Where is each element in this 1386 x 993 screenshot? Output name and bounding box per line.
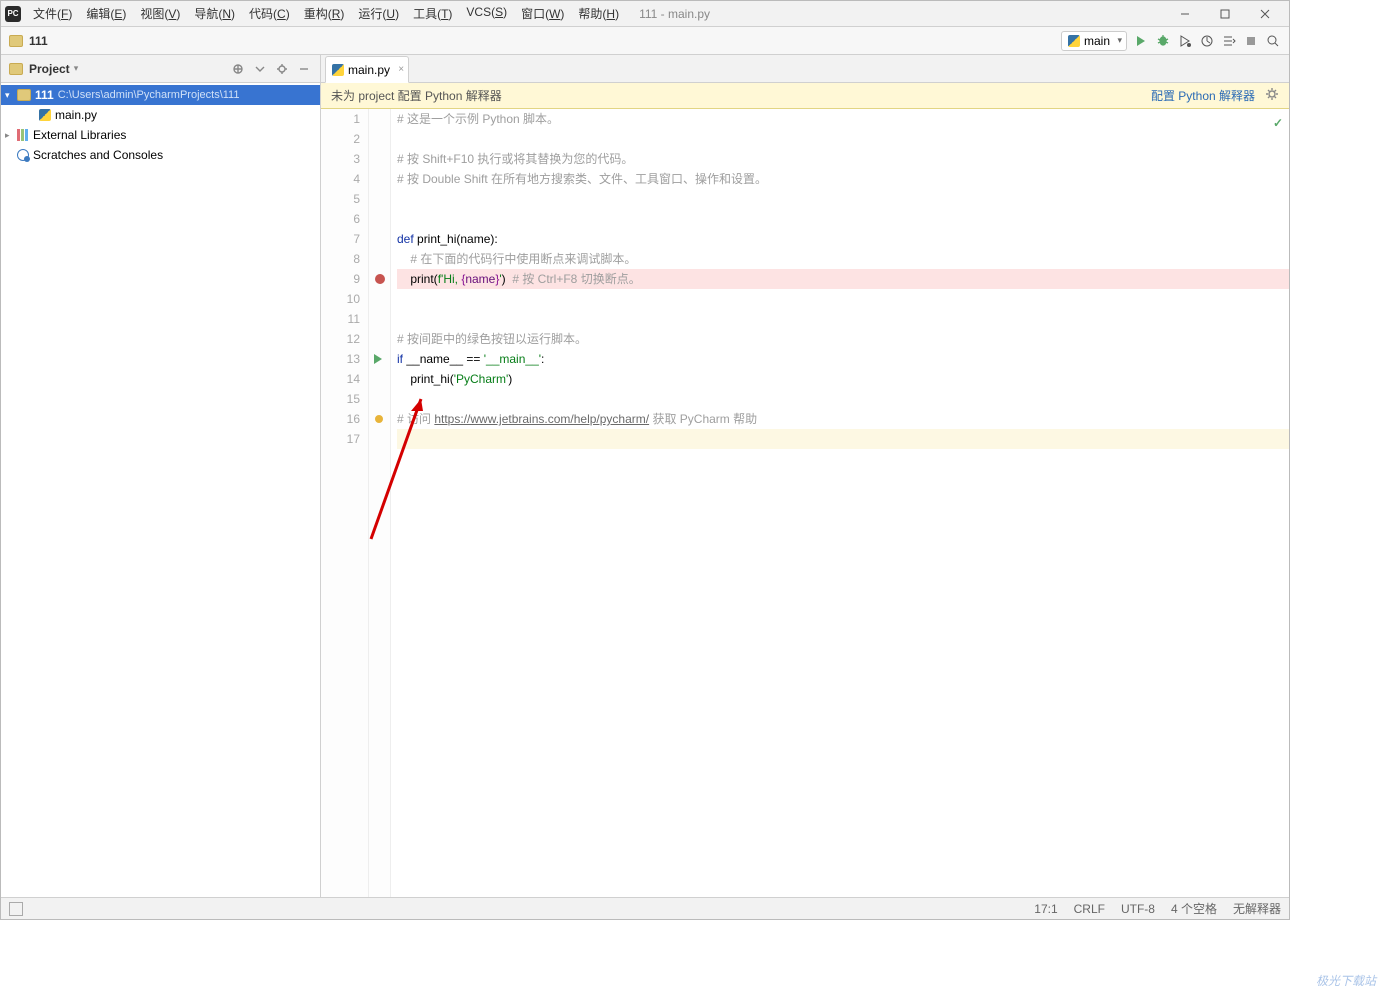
folder-icon xyxy=(9,35,23,47)
maximize-button[interactable] xyxy=(1205,1,1245,27)
warning-dot-icon[interactable] xyxy=(375,415,383,423)
tree-file-label: main.py xyxy=(55,108,97,122)
status-position[interactable]: 17:1 xyxy=(1034,902,1057,916)
editor-tab-mainpy[interactable]: main.py × xyxy=(325,56,409,83)
project-icon xyxy=(9,63,23,75)
tree-external-label: External Libraries xyxy=(33,128,126,142)
code-line-4[interactable]: # 按 Double Shift 在所有地方搜索类、文件、工具窗口、操作和设置。 xyxy=(397,169,1289,189)
expand-all-button[interactable] xyxy=(252,63,268,75)
select-opened-file-button[interactable] xyxy=(230,63,246,75)
more-actions-button[interactable] xyxy=(1221,33,1237,49)
code-line-13[interactable]: if __name__ == '__main__': xyxy=(397,349,1289,369)
code-editor[interactable]: 1234567891011121314151617 ✓ # 这是一个示例 Pyt… xyxy=(321,109,1289,897)
main-menu: 文件(F)编辑(E)视图(V)导航(N)代码(C)重构(R)运行(U)工具(T)… xyxy=(27,3,625,24)
menu-运行[interactable]: 运行(U) xyxy=(352,3,405,24)
tab-label: main.py xyxy=(348,63,390,77)
window-controls xyxy=(1165,1,1285,27)
close-tab-button[interactable]: × xyxy=(398,64,404,75)
menu-代码[interactable]: 代码(C) xyxy=(243,3,296,24)
code-line-17[interactable] xyxy=(397,429,1289,449)
tree-root-path: C:\Users\admin\PycharmProjects\111 xyxy=(58,89,240,101)
status-indent[interactable]: 4 个空格 xyxy=(1171,900,1217,917)
menu-工具[interactable]: 工具(T) xyxy=(407,3,458,24)
tree-external-libraries[interactable]: ▸ External Libraries xyxy=(1,125,320,145)
project-tool-window: Project ▾ ▾ 111 C:\Users\admin\PycharmPr… xyxy=(1,55,321,897)
status-encoding[interactable]: UTF-8 xyxy=(1121,902,1155,916)
code-line-11[interactable] xyxy=(397,309,1289,329)
menu-文件[interactable]: 文件(F) xyxy=(27,3,78,24)
code-line-1[interactable]: # 这是一个示例 Python 脚本。 xyxy=(397,109,1289,129)
breakpoint-icon[interactable] xyxy=(375,274,385,284)
status-bar: 17:1 CRLF UTF-8 4 个空格 无解释器 极光下载站 xyxy=(1,897,1289,919)
code-line-15[interactable] xyxy=(397,389,1289,409)
breadcrumb[interactable]: 111 xyxy=(29,34,48,48)
code-line-6[interactable] xyxy=(397,209,1289,229)
app-icon: PC xyxy=(5,6,21,22)
menu-帮助[interactable]: 帮助(H) xyxy=(572,3,625,24)
scratches-icon xyxy=(17,149,29,161)
search-everywhere-button[interactable] xyxy=(1265,33,1281,49)
run-gutter-icon[interactable] xyxy=(374,354,382,364)
profile-button[interactable] xyxy=(1199,33,1215,49)
code-line-10[interactable] xyxy=(397,289,1289,309)
close-button[interactable] xyxy=(1245,1,1285,27)
minimize-button[interactable] xyxy=(1165,1,1205,27)
window-title: 111 - main.py xyxy=(639,7,710,21)
project-panel-title[interactable]: Project xyxy=(29,62,70,76)
code-line-16[interactable]: # 访问 https://www.jetbrains.com/help/pych… xyxy=(397,409,1289,429)
code-line-9[interactable]: print(f'Hi, {name}') # 按 Ctrl+F8 切换断点。 xyxy=(397,269,1289,289)
code-line-14[interactable]: print_hi('PyCharm') xyxy=(397,369,1289,389)
editor-area: main.py × 未为 project 配置 Python 解释器 配置 Py… xyxy=(321,55,1289,897)
menu-视图[interactable]: 视图(V) xyxy=(134,3,186,24)
interpreter-warning-banner: 未为 project 配置 Python 解释器 配置 Python 解释器 xyxy=(321,83,1289,109)
menu-重构[interactable]: 重构(R) xyxy=(298,3,351,24)
banner-settings-icon[interactable] xyxy=(1265,87,1279,104)
menu-窗口[interactable]: 窗口(W) xyxy=(515,3,570,24)
code-line-3[interactable]: # 按 Shift+F10 执行或将其替换为您的代码。 xyxy=(397,149,1289,169)
python-file-icon xyxy=(332,64,344,76)
tree-scratches[interactable]: Scratches and Consoles xyxy=(1,145,320,165)
line-number-gutter[interactable]: 1234567891011121314151617 xyxy=(321,109,369,897)
libraries-icon xyxy=(17,129,29,141)
run-coverage-button[interactable] xyxy=(1177,33,1193,49)
menu-编辑[interactable]: 编辑(E) xyxy=(80,3,132,24)
code-line-8[interactable]: # 在下面的代码行中使用断点来调试脚本。 xyxy=(397,249,1289,269)
watermark: 极光下载站 xyxy=(1316,972,1376,989)
tree-file-mainpy[interactable]: main.py xyxy=(1,105,320,125)
project-tree[interactable]: ▾ 111 C:\Users\admin\PycharmProjects\111… xyxy=(1,83,320,167)
code-line-12[interactable]: # 按间距中的绿色按钮以运行脚本。 xyxy=(397,329,1289,349)
status-line-separator[interactable]: CRLF xyxy=(1074,902,1105,916)
toolwindow-button[interactable] xyxy=(9,902,23,916)
title-bar: PC 文件(F)编辑(E)视图(V)导航(N)代码(C)重构(R)运行(U)工具… xyxy=(1,1,1289,27)
tree-root-name: 111 xyxy=(35,88,54,102)
inspection-ok-icon[interactable]: ✓ xyxy=(1273,113,1283,133)
code-line-7[interactable]: def print_hi(name): xyxy=(397,229,1289,249)
hide-button[interactable] xyxy=(296,63,312,75)
code-line-5[interactable] xyxy=(397,189,1289,209)
debug-button[interactable] xyxy=(1155,33,1171,49)
tree-scratches-label: Scratches and Consoles xyxy=(33,148,163,162)
code-content[interactable]: ✓ # 这是一个示例 Python 脚本。 # 按 Shift+F10 执行或将其… xyxy=(391,109,1289,897)
warning-text: 未为 project 配置 Python 解释器 xyxy=(331,87,502,104)
run-config-selector[interactable]: main xyxy=(1061,31,1127,51)
menu-VCS[interactable]: VCS(S) xyxy=(460,3,513,24)
run-button[interactable] xyxy=(1133,33,1149,49)
configure-interpreter-link[interactable]: 配置 Python 解释器 xyxy=(1151,87,1255,104)
gutter-marks[interactable] xyxy=(369,109,391,897)
tree-project-root[interactable]: ▾ 111 C:\Users\admin\PycharmProjects\111 xyxy=(1,85,320,105)
python-icon xyxy=(1068,35,1080,47)
status-interpreter[interactable]: 无解释器 xyxy=(1233,900,1281,917)
project-panel-header: Project ▾ xyxy=(1,55,320,83)
editor-tab-bar: main.py × xyxy=(321,55,1289,83)
code-line-2[interactable] xyxy=(397,129,1289,149)
settings-button[interactable] xyxy=(274,63,290,75)
python-file-icon xyxy=(39,109,51,121)
menu-导航[interactable]: 导航(N) xyxy=(188,3,241,24)
navigation-bar: 111 main xyxy=(1,27,1289,55)
run-config-name: main xyxy=(1084,34,1110,48)
folder-icon xyxy=(17,89,31,101)
stop-button[interactable] xyxy=(1243,33,1259,49)
